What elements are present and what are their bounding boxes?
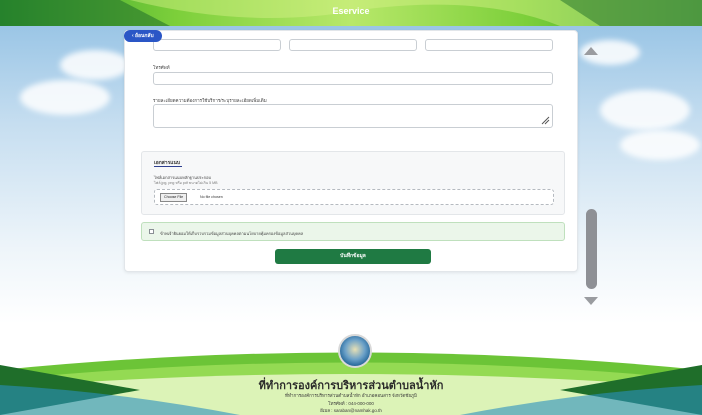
phone-field[interactable] — [153, 72, 553, 85]
scroll-down-arrow-icon[interactable] — [584, 297, 598, 305]
attachment-hint: ไฟล์ jpg, png หรือ pdf ขนาดไม่เกิน 5 MB — [154, 181, 218, 185]
background-cloud — [620, 130, 700, 160]
attachments-section: เอกสารแนบ ไฟล์เอกสารแนบหลักฐานประกอบ ไฟล… — [141, 151, 565, 215]
save-button[interactable]: บันทึกข้อมูล — [275, 249, 431, 264]
organization-seal-logo — [338, 334, 372, 368]
back-button[interactable]: ‹ ย้อนกลับ — [124, 30, 162, 42]
service-form-card: โทรศัพท์ รายละเอียดความต้องการใช้บริการ/… — [124, 30, 578, 272]
footer-address: ที่ทำการองค์การบริหารส่วนตำบลน้ำหัก อำเภ… — [285, 393, 417, 398]
footer-email: อีเมล : saraban@namhak.go.th — [320, 408, 382, 413]
name-field[interactable] — [153, 39, 281, 51]
surname-field[interactable] — [289, 39, 417, 51]
top-banner: Eservice — [0, 0, 702, 26]
consent-text: ข้าพเจ้ายินยอมให้เก็บรวบรวมข้อมูลส่วนบุค… — [160, 231, 304, 236]
details-textarea[interactable] — [153, 104, 553, 128]
id-field[interactable] — [425, 39, 553, 51]
choose-file-button[interactable]: Choose File — [160, 193, 188, 202]
background-cloud — [20, 80, 110, 115]
app-title: Eservice — [332, 6, 370, 16]
consent-box: ข้าพเจ้ายินยอมให้เก็บรวบรวมข้อมูลส่วนบุค… — [141, 222, 565, 241]
scrollbar-thumb[interactable] — [586, 209, 597, 289]
section-underline — [154, 166, 182, 167]
resize-handle-icon[interactable] — [540, 115, 550, 125]
consent-checkbox[interactable] — [149, 229, 154, 234]
scroll-up-arrow-icon[interactable] — [584, 47, 598, 55]
file-status: No file chosen — [200, 195, 223, 199]
background-cloud — [60, 50, 130, 80]
background-cloud — [600, 90, 690, 130]
file-upload-dropzone[interactable]: Choose File No file chosen — [154, 189, 554, 205]
phone-label: โทรศัพท์ — [153, 65, 170, 70]
footer-phone: โทรศัพท์ : 044-000-000 — [328, 401, 374, 406]
details-label: รายละเอียดความต้องการใช้บริการ/ระบุรายละ… — [153, 98, 267, 103]
